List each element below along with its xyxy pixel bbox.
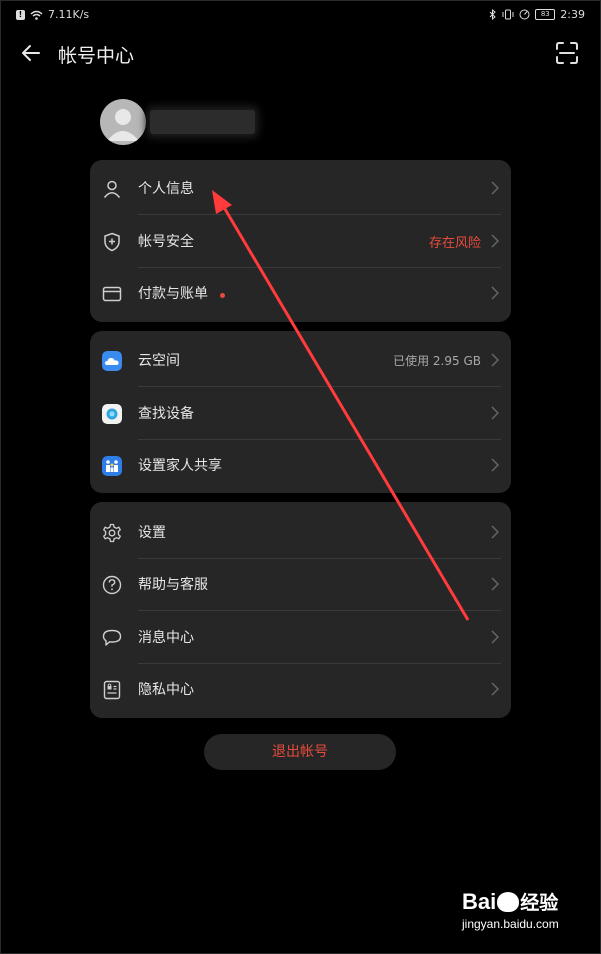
notification-icon: ! bbox=[16, 9, 25, 20]
family-sharing-item[interactable]: 设置家人共享 bbox=[90, 440, 511, 492]
person-icon bbox=[103, 180, 121, 198]
personal-info-label: 个人信息 bbox=[138, 181, 194, 197]
settings-label: 设置 bbox=[138, 525, 166, 541]
wifi-icon bbox=[30, 10, 43, 20]
account-security-label: 帐号安全 bbox=[138, 234, 194, 250]
scan-icon[interactable] bbox=[555, 41, 579, 65]
account-security-item[interactable]: 帐号安全 存在风险 bbox=[90, 216, 511, 268]
logout-button[interactable]: 退出帐号 bbox=[204, 734, 396, 770]
cloud-usage: 已使用 2.95 GB bbox=[393, 354, 481, 368]
divider bbox=[138, 386, 501, 387]
avatar[interactable] bbox=[100, 99, 146, 145]
settings-item[interactable]: 设置 bbox=[90, 507, 511, 559]
paw-icon bbox=[497, 892, 520, 912]
chevron-right-icon bbox=[491, 353, 499, 367]
chevron-right-icon bbox=[491, 234, 499, 248]
privacy-icon bbox=[103, 680, 121, 700]
avatar-person-icon bbox=[107, 109, 139, 141]
chevron-right-icon bbox=[491, 181, 499, 195]
battery-icon: 83 bbox=[535, 9, 556, 20]
payment-label: 付款与账单 bbox=[138, 286, 208, 302]
clock: 2:39 bbox=[560, 8, 585, 21]
settings-card: 设置 帮助与客服 消息中心 隐私中心 bbox=[90, 502, 511, 718]
help-item[interactable]: 帮助与客服 bbox=[90, 559, 511, 611]
chevron-right-icon bbox=[491, 630, 499, 644]
baidu-logo: Bai 经验 bbox=[462, 889, 559, 914]
privacy-item[interactable]: 隐私中心 bbox=[90, 664, 511, 716]
bluetooth-icon bbox=[489, 9, 497, 20]
help-icon bbox=[102, 575, 122, 595]
chat-icon bbox=[102, 629, 122, 646]
family-sharing-label: 设置家人共享 bbox=[138, 458, 222, 474]
personal-info-item[interactable]: 个人信息 bbox=[90, 163, 511, 215]
cloud-icon bbox=[102, 351, 122, 371]
find-device-item[interactable]: 查找设备 bbox=[90, 388, 511, 440]
chevron-right-icon bbox=[491, 458, 499, 472]
divider bbox=[138, 610, 501, 611]
account-card: 个人信息 帐号安全 存在风险 付款与账单 bbox=[90, 160, 511, 322]
chevron-right-icon bbox=[491, 406, 499, 420]
shield-icon bbox=[104, 232, 120, 252]
cloud-item[interactable]: 云空间 已使用 2.95 GB bbox=[90, 335, 511, 387]
privacy-label: 隐私中心 bbox=[138, 682, 194, 698]
nfc-icon bbox=[519, 9, 530, 20]
cloud-label: 云空间 bbox=[138, 353, 180, 369]
help-label: 帮助与客服 bbox=[138, 577, 208, 593]
baidu-watermark: Bai 经验 jingyan.baidu.com bbox=[462, 888, 582, 942]
find-device-icon bbox=[102, 404, 122, 424]
page-title: 帐号中心 bbox=[58, 45, 135, 67]
blurred-username bbox=[150, 110, 255, 134]
gear-icon bbox=[103, 523, 121, 543]
red-dot-badge bbox=[220, 293, 225, 298]
chevron-right-icon bbox=[491, 682, 499, 696]
watermark-url: jingyan.baidu.com bbox=[462, 917, 559, 931]
find-device-label: 查找设备 bbox=[138, 406, 194, 422]
services-card: 云空间 已使用 2.95 GB 查找设备 设置家人共享 bbox=[90, 331, 511, 493]
chevron-right-icon bbox=[491, 525, 499, 539]
messages-item[interactable]: 消息中心 bbox=[90, 612, 511, 664]
family-icon bbox=[102, 456, 122, 476]
card-icon bbox=[102, 286, 122, 302]
chevron-right-icon bbox=[491, 577, 499, 591]
back-arrow-icon[interactable] bbox=[18, 40, 44, 66]
status-bar: ! 7.11K/s 83 2:39 bbox=[0, 0, 601, 30]
vibrate-icon bbox=[502, 9, 514, 20]
chevron-right-icon bbox=[491, 286, 499, 300]
messages-label: 消息中心 bbox=[138, 630, 194, 646]
payment-item[interactable]: 付款与账单 bbox=[90, 268, 511, 320]
net-speed: 7.11K/s bbox=[48, 8, 90, 21]
security-risk-status: 存在风险 bbox=[428, 236, 481, 251]
divider bbox=[138, 214, 501, 215]
